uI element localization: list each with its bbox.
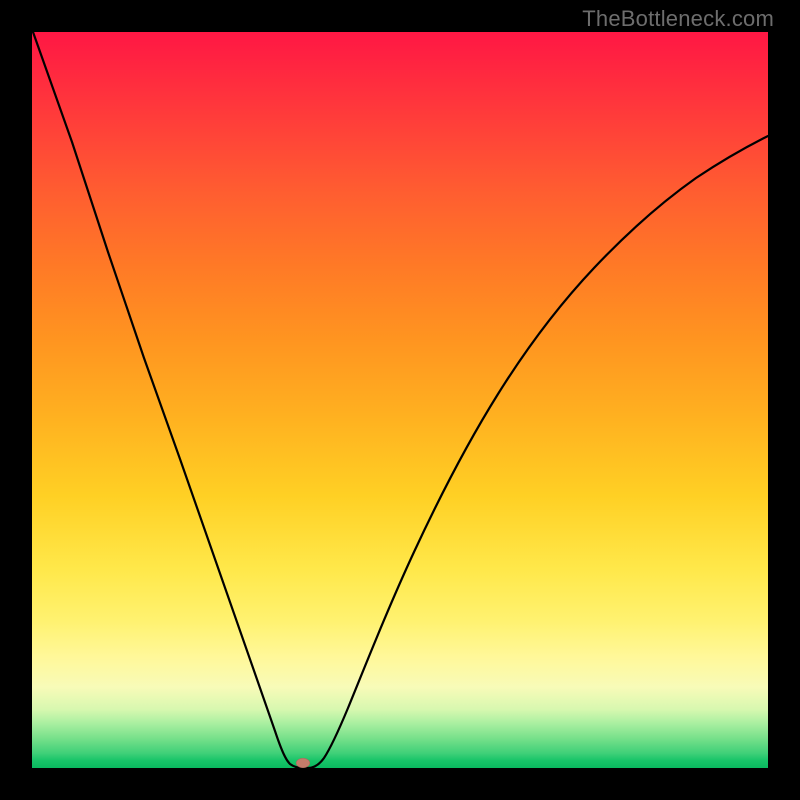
- optimal-point-marker: [296, 758, 310, 768]
- chart-frame: TheBottleneck.com: [0, 0, 800, 800]
- plot-area: [32, 32, 768, 768]
- watermark-text: TheBottleneck.com: [582, 6, 774, 32]
- bottleneck-curve: [32, 32, 768, 768]
